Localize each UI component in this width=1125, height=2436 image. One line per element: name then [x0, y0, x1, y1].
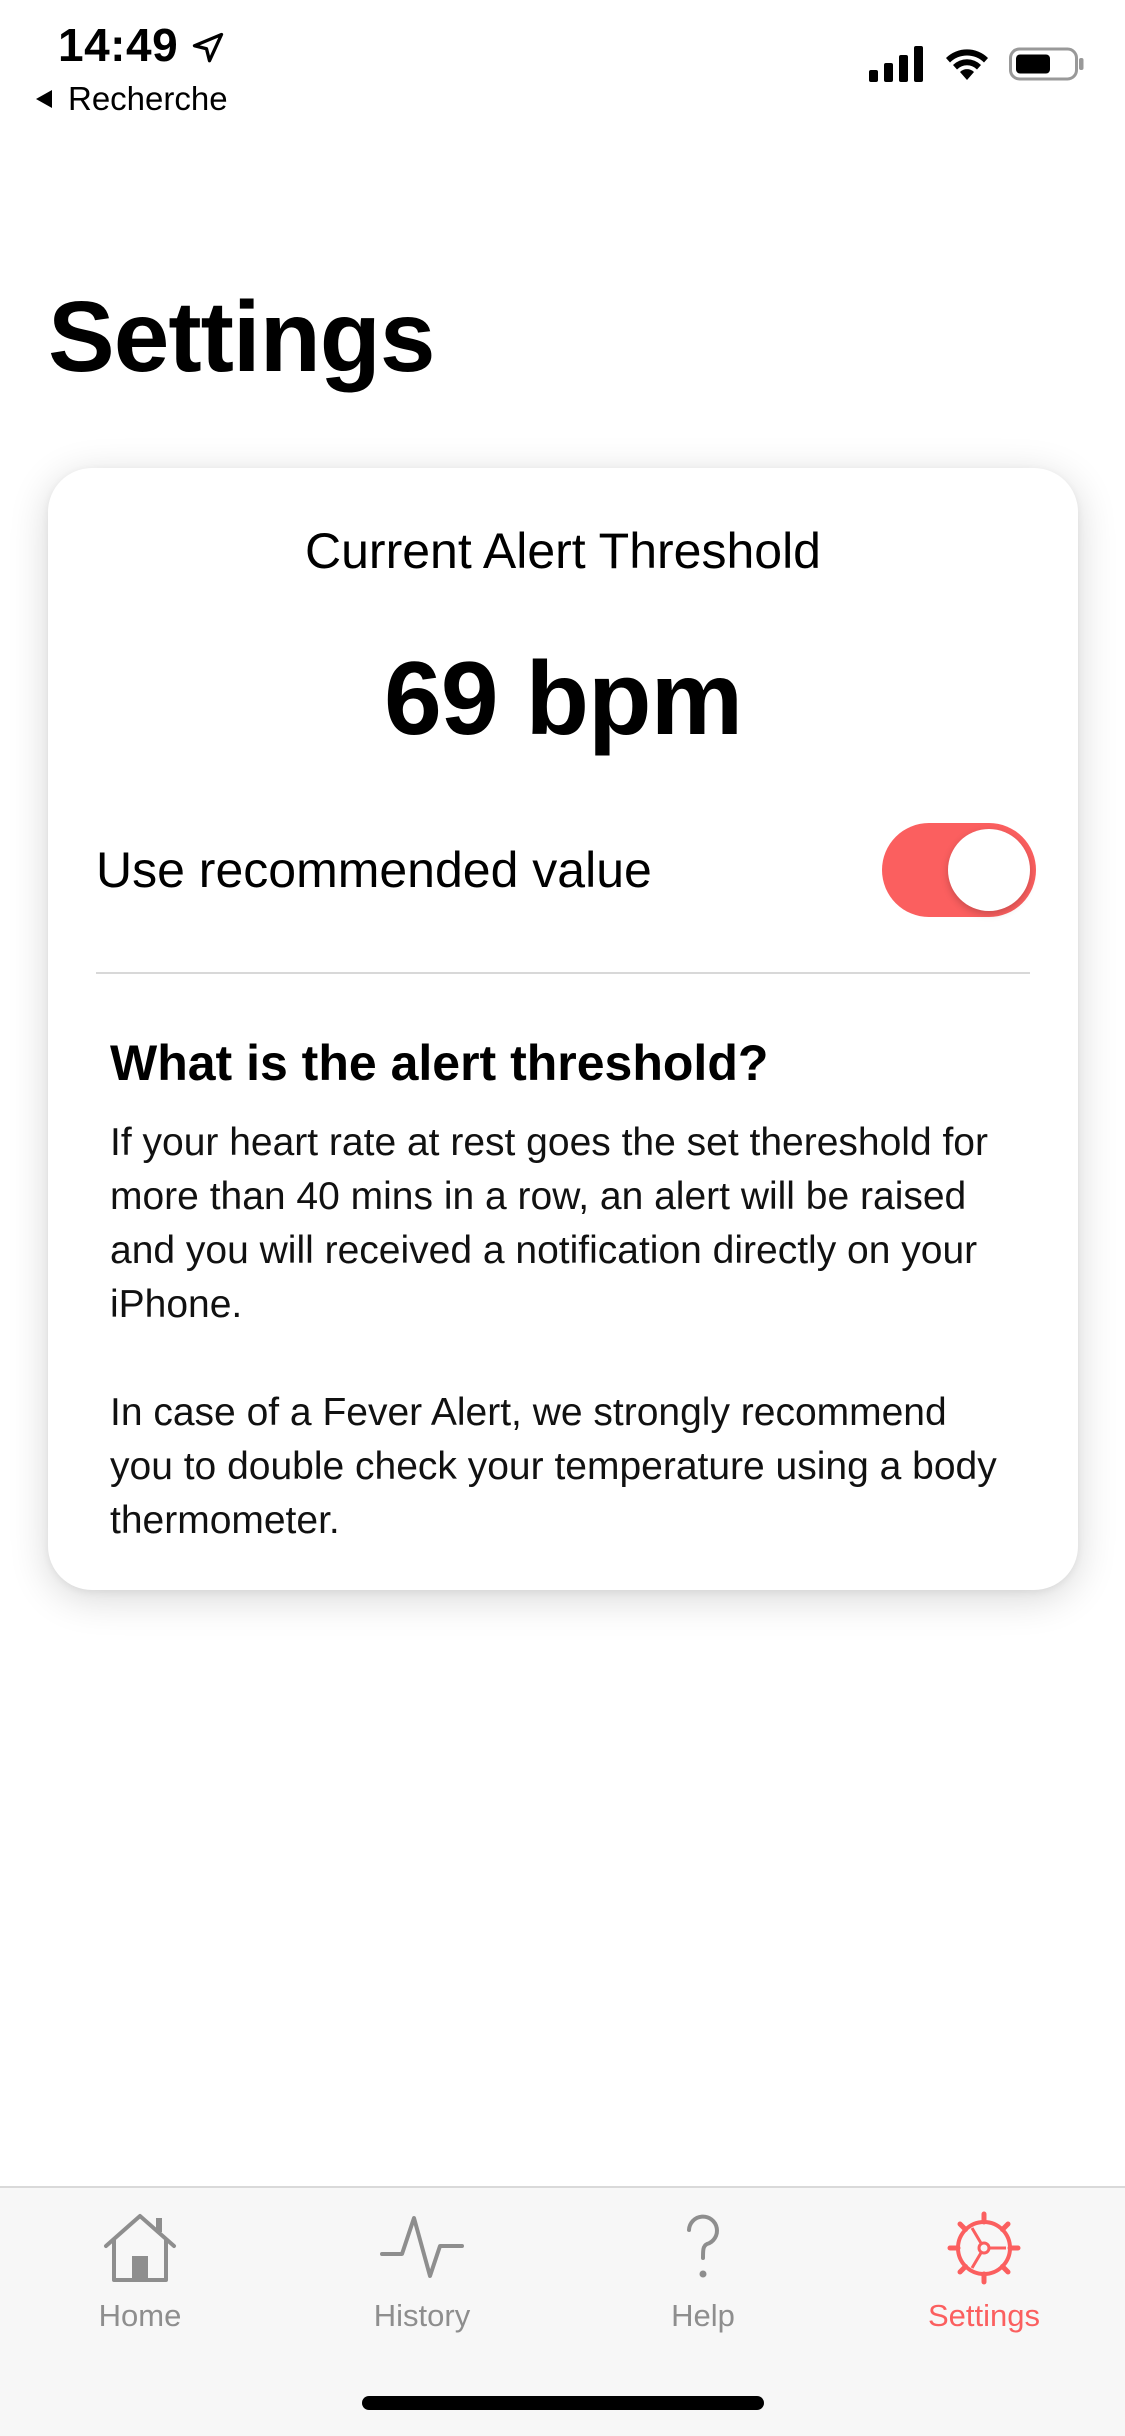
wifi-icon [946, 49, 988, 80]
tab-help[interactable]: Help [603, 2206, 803, 2334]
question-icon [687, 2214, 719, 2278]
back-label: Recherche [68, 80, 228, 117]
recommended-value-row: Use recommended value [96, 820, 1036, 920]
tab-settings[interactable]: Settings [884, 2206, 1084, 2334]
gear-icon [947, 2211, 1021, 2285]
tab-label: Home [98, 2298, 182, 2333]
threshold-value: 69 bpm [383, 641, 743, 757]
info-heading: What is the alert threshold? [110, 1035, 769, 1091]
info-body: If your heart rate at rest goes the set … [110, 1116, 1018, 1548]
location-arrow-icon [192, 32, 224, 63]
info-paragraph: In case of a Fever Alert, we strongly re… [110, 1391, 997, 1542]
back-to-search-button[interactable]: Recherche [32, 80, 228, 118]
tab-bar: Home History Help Settings [0, 2186, 1125, 2436]
status-bar: 14:49 Recherche [0, 0, 1125, 130]
house-icon [104, 2214, 176, 2282]
divider [96, 972, 1030, 974]
back-triangle-icon [36, 90, 52, 108]
tab-home[interactable]: Home [40, 2206, 240, 2334]
toggle-label: Use recommended value [96, 842, 652, 898]
card-title: Current Alert Threshold [305, 523, 821, 579]
tab-label: Settings [927, 2298, 1040, 2333]
tab-history[interactable]: History [322, 2206, 522, 2334]
home-indicator [362, 2396, 764, 2410]
battery-icon [1009, 47, 1084, 81]
toggle-knob [948, 829, 1030, 911]
status-indicators [869, 46, 1085, 82]
page-title: Settings [48, 281, 435, 393]
pulse-icon [380, 2216, 464, 2278]
tab-label: History [373, 2298, 471, 2333]
recommended-value-toggle[interactable] [882, 823, 1036, 917]
settings-screen: 14:49 Recherche Settings Current Alert T… [0, 0, 1125, 2436]
alert-threshold-card: Current Alert Threshold 69 bpm Use recom… [48, 468, 1078, 1590]
info-paragraph: If your heart rate at rest goes the set … [110, 1121, 988, 1326]
status-time: 14:49 [58, 19, 179, 71]
tab-label: Help [671, 2298, 735, 2333]
signal-icon [869, 46, 923, 82]
